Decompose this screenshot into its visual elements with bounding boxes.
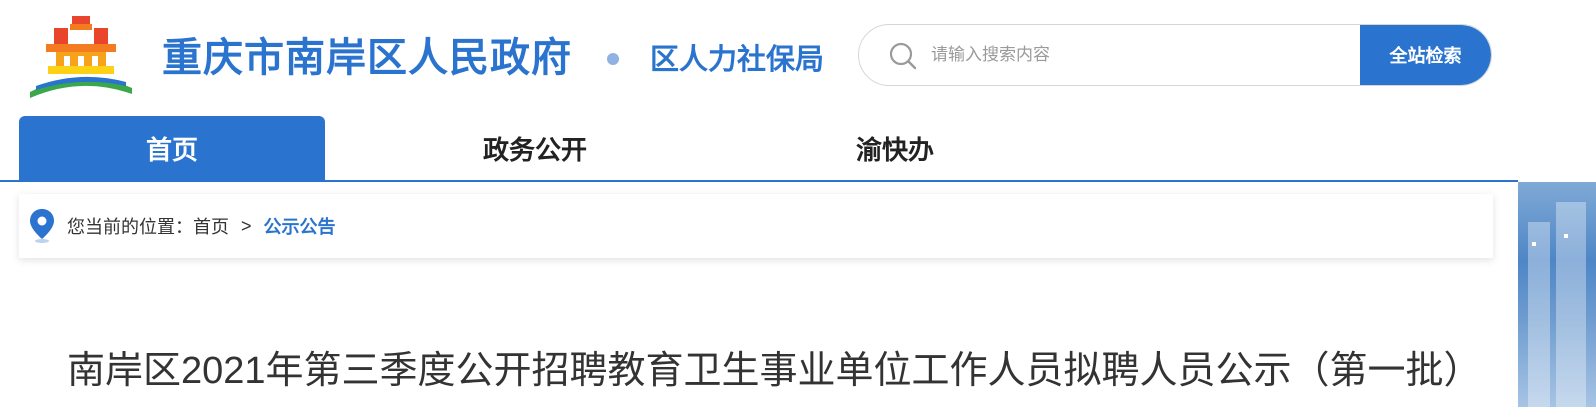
breadcrumb-separator: > xyxy=(241,215,252,236)
breadcrumb-prefix[interactable]: 您当前的位置：首页 xyxy=(67,213,229,239)
site-title[interactable]: 重庆市南岸区人民政府 xyxy=(162,34,572,82)
title-separator-dot xyxy=(607,53,619,65)
article-title: 南岸区2021年第三季度公开招聘教育卫生事业单位工作人员拟聘人员公示（第一批） xyxy=(67,350,1482,392)
department-name[interactable]: 区人力社保局 xyxy=(650,40,824,80)
search-input[interactable] xyxy=(931,25,1351,85)
main-nav: 首页 政务公开 渝快办 xyxy=(0,116,1518,182)
nav-item-yukuaiban[interactable]: 渝快办 xyxy=(800,116,990,180)
nav-item-home[interactable]: 首页 xyxy=(19,116,325,180)
breadcrumb: 您当前的位置：首页 > 公示公告 xyxy=(19,194,1493,258)
site-header: 重庆市南岸区人民政府 区人力社保局 全站检索 xyxy=(0,0,1596,112)
location-pin-icon xyxy=(30,209,54,243)
search-icon xyxy=(889,42,917,70)
site-search-button[interactable]: 全站检索 xyxy=(1360,25,1491,85)
background-skyline-image xyxy=(1518,182,1596,407)
breadcrumb-current[interactable]: 公示公告 xyxy=(264,213,336,239)
nav-item-government-affairs[interactable]: 政务公开 xyxy=(430,116,640,180)
search-bar: 全站检索 xyxy=(858,24,1492,86)
tiananmen-logo-icon[interactable] xyxy=(26,14,136,98)
